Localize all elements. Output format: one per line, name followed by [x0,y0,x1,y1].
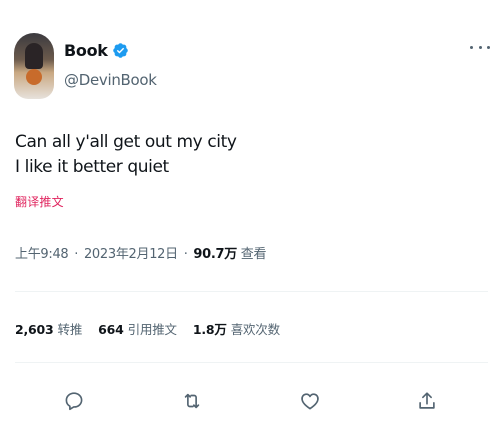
tweet-date[interactable]: 2023年2月12日 [84,247,178,262]
author-name-row: Book [64,41,129,60]
tweet-text-line: Can all y'all get out my city [15,132,237,152]
divider [15,362,488,363]
views-label: 查看 [240,247,267,262]
author-display-name[interactable]: Book [64,41,108,60]
meta-separator: · [183,247,188,262]
like-button[interactable] [298,389,322,413]
translate-tweet-link[interactable]: 翻译推文 [15,193,64,210]
tweet-text-line: I like it better quiet [15,157,169,177]
retweets-label: 转推 [57,322,83,337]
likes-stat[interactable]: 1.8万 喜欢次数 [193,319,280,338]
retweets-stat[interactable]: 2,603 转推 [15,319,82,338]
share-button[interactable] [415,389,439,413]
retweets-count: 2,603 [15,322,54,337]
retweet-icon [184,393,200,409]
likes-label: 喜欢次数 [230,322,280,337]
reply-icon [65,392,83,411]
like-icon [301,393,319,410]
author-handle[interactable]: @DevinBook [64,71,157,89]
divider [15,291,488,292]
share-icon [419,392,435,409]
views-count: 90.7万 [193,247,237,262]
meta-separator: · [74,247,79,262]
avatar-figure [25,43,43,69]
avatar[interactable] [14,33,54,99]
likes-count: 1.8万 [192,322,227,337]
reply-button[interactable] [62,389,86,413]
retweet-button[interactable] [180,389,204,413]
quotes-label: 引用推文 [127,322,177,337]
tweet-text: Can all y'all get out my city I like it … [15,130,237,180]
quotes-count: 664 [98,322,124,337]
quotes-stat[interactable]: 664 引用推文 [98,319,177,338]
avatar-basketball [26,69,42,85]
engagement-stats: 2,603 转推 664 引用推文 1.8万 喜欢次数 [15,319,280,338]
more-options-icon[interactable] [470,40,490,54]
tweet-time[interactable]: 上午9:48 [15,247,69,262]
tweet-card: Book @DevinBook Can all y'all get out my… [0,0,500,440]
verified-badge-icon [112,42,129,59]
tweet-meta: 上午9:48 · 2023年2月12日 · 90.7万 查看 [15,243,267,262]
